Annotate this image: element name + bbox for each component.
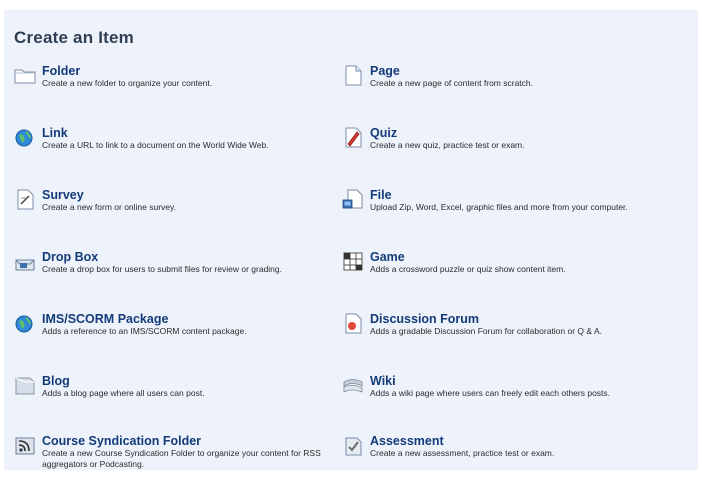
item-drop-box[interactable]: Drop Box Create a drop box for users to … [14, 250, 319, 306]
game-grid-icon [342, 250, 364, 272]
folder-icon [14, 64, 36, 86]
item-description: Adds a wiki page where users can freely … [370, 388, 611, 398]
item-name[interactable]: Course Syndication Folder [42, 434, 201, 448]
file-upload-icon [342, 188, 364, 210]
item-name[interactable]: Quiz [370, 126, 397, 140]
item-name[interactable]: IMS/SCORM Package [42, 312, 168, 326]
item-folder[interactable]: Folder Create a new folder to organize y… [14, 64, 319, 120]
item-name[interactable]: Game [370, 250, 405, 264]
item-survey[interactable]: Survey Create a new form or online surve… [14, 188, 319, 244]
item-discussion-forum[interactable]: Discussion Forum Adds a gradable Discuss… [342, 312, 647, 368]
item-description: Adds a reference to an IMS/SCORM content… [42, 326, 247, 336]
package-globe-icon [14, 312, 36, 334]
item-link[interactable]: Link Create a URL to link to a document … [14, 126, 319, 182]
drop-box-icon [14, 250, 36, 272]
item-description: Create a new folder to organize your con… [42, 78, 213, 88]
item-description: Adds a blog page where all users can pos… [42, 388, 205, 398]
wiki-icon [342, 374, 364, 396]
create-item-panel: Create an Item Folder Create a new folde… [4, 10, 698, 470]
item-game[interactable]: Game Adds a crossword puzzle or quiz sho… [342, 250, 647, 306]
item-description: Create a URL to link to a document on th… [42, 140, 269, 150]
item-name[interactable]: Drop Box [42, 250, 98, 264]
item-name[interactable]: Page [370, 64, 400, 78]
item-file[interactable]: File Upload Zip, Word, Excel, graphic fi… [342, 188, 647, 244]
item-description: Create a new quiz, practice test or exam… [370, 140, 525, 150]
item-wiki[interactable]: Wiki Adds a wiki page where users can fr… [342, 374, 647, 430]
item-assessment[interactable]: Assessment Create a new assessment, prac… [342, 434, 647, 490]
item-description: Upload Zip, Word, Excel, graphic files a… [370, 202, 628, 212]
item-name[interactable]: Link [42, 126, 68, 140]
page-icon [342, 64, 364, 86]
item-description: Adds a crossword puzzle or quiz show con… [370, 264, 566, 274]
rss-folder-icon [14, 434, 36, 456]
item-page[interactable]: Page Create a new page of content from s… [342, 64, 647, 120]
link-globe-icon [14, 126, 36, 148]
panel-title: Create an Item [14, 28, 134, 47]
item-name[interactable]: Blog [42, 374, 70, 388]
item-description: Create a new Course Syndication Folder t… [42, 448, 321, 469]
item-name[interactable]: Wiki [370, 374, 396, 388]
item-description: Create a drop box for users to submit fi… [42, 264, 282, 274]
item-description: Adds a gradable Discussion Forum for col… [370, 326, 602, 336]
assessment-icon [342, 434, 364, 456]
item-name[interactable]: Discussion Forum [370, 312, 479, 326]
item-name[interactable]: File [370, 188, 392, 202]
quiz-icon [342, 126, 364, 148]
blog-icon [14, 374, 36, 396]
item-name[interactable]: Assessment [370, 434, 444, 448]
item-name[interactable]: Survey [42, 188, 84, 202]
item-ims-scorm-package[interactable]: IMS/SCORM Package Adds a reference to an… [14, 312, 319, 368]
item-description: Create a new assessment, practice test o… [370, 448, 555, 458]
item-blog[interactable]: Blog Adds a blog page where all users ca… [14, 374, 319, 430]
item-quiz[interactable]: Quiz Create a new quiz, practice test or… [342, 126, 647, 182]
discussion-forum-icon [342, 312, 364, 334]
item-description: Create a new form or online survey. [42, 202, 177, 212]
survey-icon [14, 188, 36, 210]
item-name[interactable]: Folder [42, 64, 80, 78]
item-course-syndication-folder[interactable]: Course Syndication Folder Create a new C… [14, 434, 321, 490]
item-description: Create a new page of content from scratc… [370, 78, 534, 88]
